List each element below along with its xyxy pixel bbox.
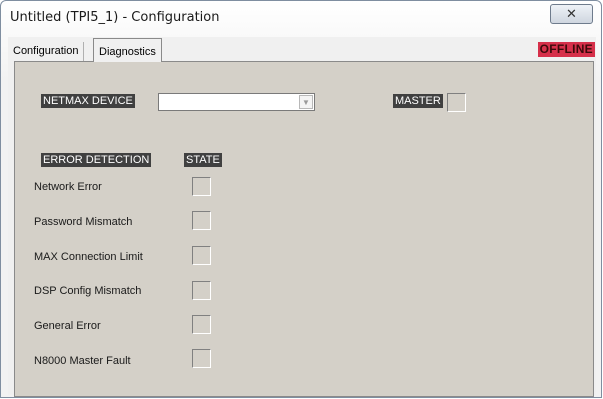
state-header: STATE <box>184 153 222 167</box>
state-indicator-dsp-config <box>192 281 211 300</box>
close-icon: ✕ <box>566 6 577 21</box>
tab-configuration[interactable]: Configuration <box>8 42 85 61</box>
netmax-device-label: NETMAX DEVICE <box>41 94 135 108</box>
error-label-dsp-config: DSP Config Mismatch <box>34 285 142 297</box>
error-label-network: Network Error <box>34 181 102 193</box>
state-indicator-general <box>192 315 211 334</box>
tab-strip: Configuration Diagnostics OFFLINE <box>8 37 596 62</box>
error-label-max-connection: MAX Connection Limit <box>34 251 143 263</box>
error-label-master-fault: N8000 Master Fault <box>34 355 131 367</box>
state-indicator-master-fault <box>192 349 211 368</box>
window-title: Untitled (TPI5_1) - Configuration <box>10 10 220 25</box>
master-label: MASTER <box>393 94 443 108</box>
state-indicator-network <box>192 177 211 196</box>
diagnostics-panel: NETMAX DEVICE ▼ MASTER ERROR DETECTION S… <box>14 61 594 397</box>
client-area: Configuration Diagnostics OFFLINE NETMAX… <box>8 37 596 397</box>
tab-diagnostics[interactable]: Diagnostics <box>93 38 162 62</box>
state-indicator-password <box>192 211 211 230</box>
error-label-general: General Error <box>34 320 101 332</box>
title-bar[interactable]: Untitled (TPI5_1) - Configuration ✕ <box>1 1 601 37</box>
master-indicator <box>447 93 466 112</box>
error-detection-header: ERROR DETECTION <box>41 153 152 167</box>
chevron-down-icon[interactable]: ▼ <box>299 95 313 109</box>
netmax-device-dropdown[interactable]: ▼ <box>158 93 315 111</box>
state-indicator-max-connection <box>192 246 211 265</box>
config-window: Untitled (TPI5_1) - Configuration ✕ Conf… <box>0 0 602 398</box>
close-button[interactable]: ✕ <box>550 4 593 24</box>
error-label-password: Password Mismatch <box>34 216 133 228</box>
status-badge: OFFLINE <box>537 42 595 57</box>
